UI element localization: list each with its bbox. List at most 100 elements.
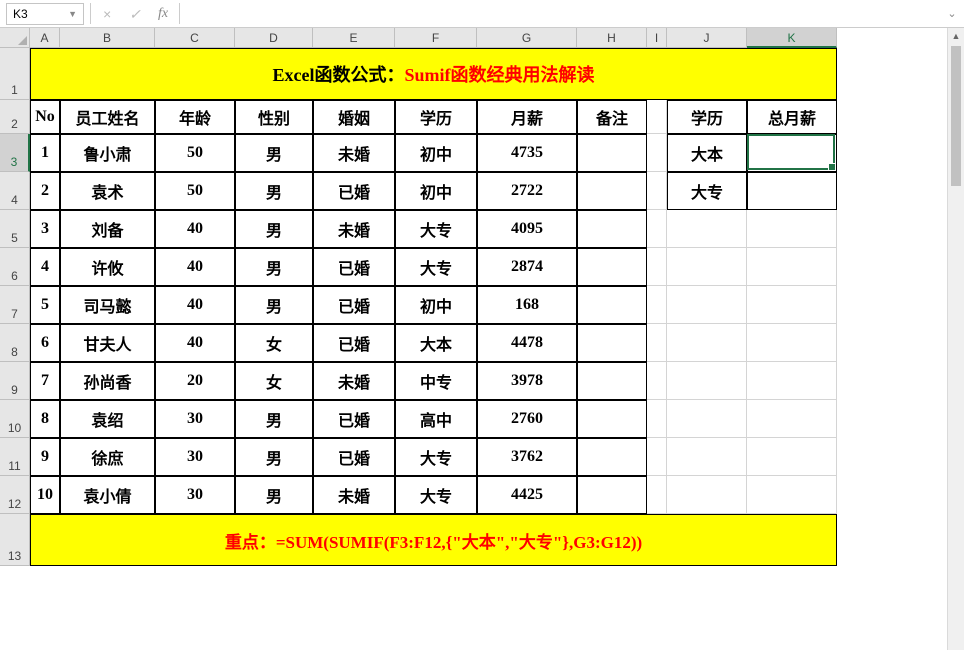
column-header-J[interactable]: J xyxy=(667,28,747,48)
table-cell[interactable]: 男 xyxy=(235,476,313,514)
cell[interactable] xyxy=(647,210,667,248)
table-cell[interactable]: 孙尚香 xyxy=(60,362,155,400)
fx-icon[interactable]: fx xyxy=(149,3,177,25)
table-cell[interactable]: 10 xyxy=(30,476,60,514)
cell[interactable] xyxy=(747,324,837,362)
column-header-A[interactable]: A xyxy=(30,28,60,48)
table-cell[interactable]: 初中 xyxy=(395,286,477,324)
table-cell[interactable]: 4478 xyxy=(477,324,577,362)
table-cell[interactable]: 女 xyxy=(235,362,313,400)
table-header[interactable]: 年龄 xyxy=(155,100,235,134)
table-cell[interactable]: 5 xyxy=(30,286,60,324)
table-cell[interactable]: 已婚 xyxy=(313,324,395,362)
column-header-D[interactable]: D xyxy=(235,28,313,48)
column-header-B[interactable]: B xyxy=(60,28,155,48)
table-cell[interactable]: 40 xyxy=(155,286,235,324)
table-cell[interactable]: 2 xyxy=(30,172,60,210)
table-cell[interactable]: 男 xyxy=(235,134,313,172)
table-cell[interactable] xyxy=(577,210,647,248)
table-cell[interactable]: 9 xyxy=(30,438,60,476)
row-header-8[interactable]: 8 xyxy=(0,324,30,362)
column-header-I[interactable]: I xyxy=(647,28,667,48)
row-header-7[interactable]: 7 xyxy=(0,286,30,324)
scroll-up-icon[interactable]: ▲ xyxy=(948,28,964,45)
table-cell[interactable]: 袁绍 xyxy=(60,400,155,438)
table-cell[interactable]: 30 xyxy=(155,400,235,438)
table-cell[interactable] xyxy=(577,400,647,438)
cell[interactable] xyxy=(647,438,667,476)
cell[interactable] xyxy=(667,400,747,438)
table-header[interactable]: 性别 xyxy=(235,100,313,134)
column-header-G[interactable]: G xyxy=(477,28,577,48)
cell[interactable] xyxy=(647,324,667,362)
cell[interactable] xyxy=(747,400,837,438)
row-header-9[interactable]: 9 xyxy=(0,362,30,400)
table-cell[interactable]: 司马懿 xyxy=(60,286,155,324)
table-cell[interactable] xyxy=(577,362,647,400)
table-cell[interactable] xyxy=(577,172,647,210)
cell[interactable] xyxy=(747,438,837,476)
table-cell[interactable] xyxy=(577,248,647,286)
table-cell[interactable]: 男 xyxy=(235,438,313,476)
cell[interactable] xyxy=(647,172,667,210)
table-cell[interactable]: 大专 xyxy=(395,210,477,248)
table-header[interactable]: 员工姓名 xyxy=(60,100,155,134)
row-header-5[interactable]: 5 xyxy=(0,210,30,248)
table-cell[interactable]: 2760 xyxy=(477,400,577,438)
table-cell[interactable]: 大本 xyxy=(395,324,477,362)
cell[interactable] xyxy=(647,476,667,514)
lookup-cell[interactable] xyxy=(747,172,837,210)
lookup-header[interactable]: 学历 xyxy=(667,100,747,134)
cell[interactable] xyxy=(667,324,747,362)
table-cell[interactable]: 6 xyxy=(30,324,60,362)
lookup-cell[interactable]: 大专 xyxy=(667,172,747,210)
table-cell[interactable]: 男 xyxy=(235,210,313,248)
table-cell[interactable]: 168 xyxy=(477,286,577,324)
table-cell[interactable] xyxy=(577,324,647,362)
table-cell[interactable]: 男 xyxy=(235,248,313,286)
formula-input[interactable] xyxy=(182,3,940,25)
table-cell[interactable]: 已婚 xyxy=(313,172,395,210)
cell[interactable] xyxy=(747,248,837,286)
spreadsheet-grid[interactable]: ABCDEFGHIJK 12345678910111213 Excel函数公式：… xyxy=(0,28,964,650)
table-header[interactable]: 学历 xyxy=(395,100,477,134)
column-header-E[interactable]: E xyxy=(313,28,395,48)
table-header[interactable]: 月薪 xyxy=(477,100,577,134)
table-cell[interactable]: 甘夫人 xyxy=(60,324,155,362)
table-cell[interactable]: 男 xyxy=(235,400,313,438)
vertical-scrollbar[interactable]: ▲ xyxy=(947,28,964,650)
column-header-F[interactable]: F xyxy=(395,28,477,48)
row-header-3[interactable]: 3 xyxy=(0,134,30,172)
cell[interactable] xyxy=(647,400,667,438)
table-cell[interactable]: 未婚 xyxy=(313,210,395,248)
table-cell[interactable]: 3978 xyxy=(477,362,577,400)
table-cell[interactable]: 50 xyxy=(155,134,235,172)
table-cell[interactable]: 许攸 xyxy=(60,248,155,286)
cell[interactable] xyxy=(667,476,747,514)
table-cell[interactable]: 大专 xyxy=(395,248,477,286)
row-header-1[interactable]: 1 xyxy=(0,48,30,100)
footer-banner[interactable]: 重点：=SUM(SUMIF(F3:F12,{"大本","大专"},G3:G12)… xyxy=(30,514,837,566)
table-cell[interactable]: 未婚 xyxy=(313,362,395,400)
table-cell[interactable]: 20 xyxy=(155,362,235,400)
table-cell[interactable]: 未婚 xyxy=(313,134,395,172)
table-cell[interactable]: 大专 xyxy=(395,476,477,514)
lookup-cell[interactable]: 大本 xyxy=(667,134,747,172)
row-header-10[interactable]: 10 xyxy=(0,400,30,438)
table-cell[interactable] xyxy=(577,476,647,514)
table-cell[interactable]: 已婚 xyxy=(313,248,395,286)
lookup-header[interactable]: 总月薪 xyxy=(747,100,837,134)
table-cell[interactable]: 8 xyxy=(30,400,60,438)
cell[interactable] xyxy=(747,362,837,400)
cell[interactable] xyxy=(747,476,837,514)
cell[interactable] xyxy=(647,134,667,172)
lookup-cell[interactable] xyxy=(747,134,837,172)
cell[interactable] xyxy=(667,286,747,324)
expand-formula-bar-icon[interactable]: ⌄ xyxy=(940,7,964,20)
column-header-C[interactable]: C xyxy=(155,28,235,48)
row-header-12[interactable]: 12 xyxy=(0,476,30,514)
table-cell[interactable]: 中专 xyxy=(395,362,477,400)
table-cell[interactable]: 3762 xyxy=(477,438,577,476)
cell[interactable] xyxy=(647,286,667,324)
table-cell[interactable]: 高中 xyxy=(395,400,477,438)
